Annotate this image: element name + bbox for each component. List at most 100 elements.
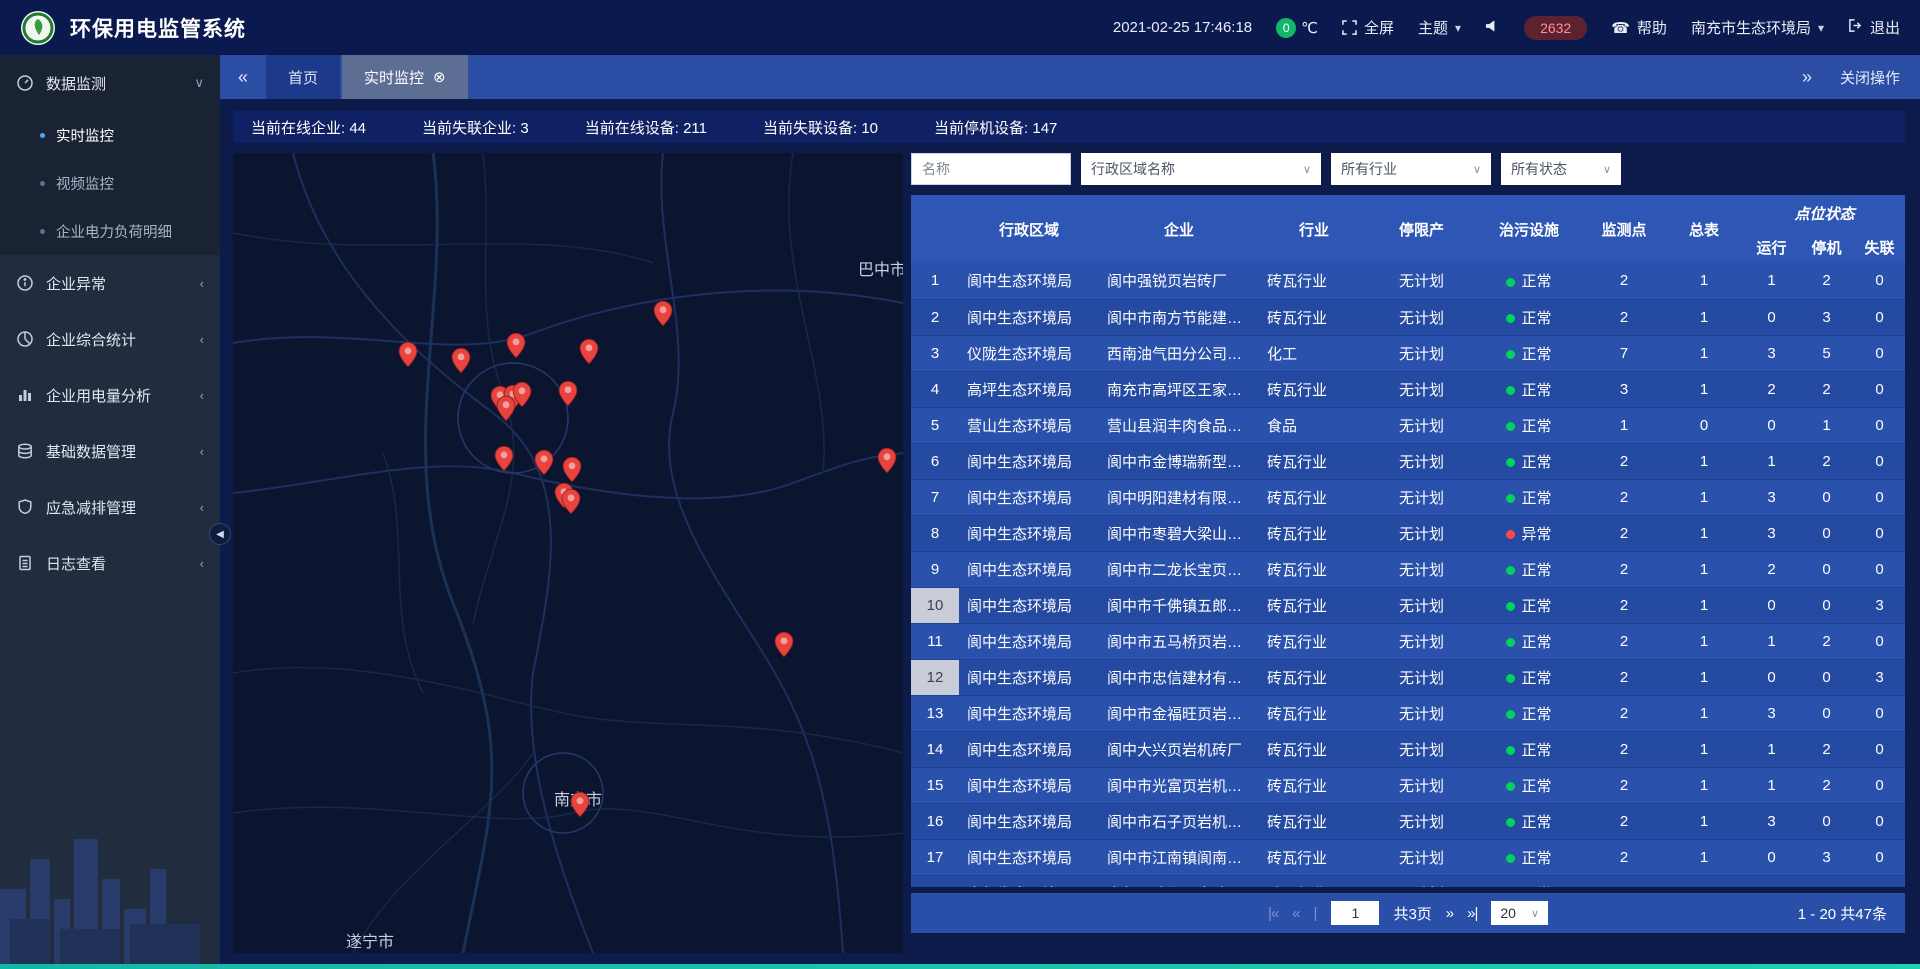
- sidebar-group-企业综合统计[interactable]: 企业综合统计‹: [0, 311, 220, 367]
- status-filter-select[interactable]: 所有状态 ∨: [1501, 153, 1621, 185]
- sidebar-collapse-button[interactable]: ◀: [209, 523, 231, 545]
- map-pin[interactable]: [494, 445, 514, 476]
- col-header-industry[interactable]: 行业: [1259, 195, 1369, 263]
- map-pin[interactable]: [561, 488, 581, 519]
- table-row[interactable]: 10阆中生态环境局阆中市千佛镇五郎垭页岩砖瓦行业无计划正常21003: [911, 587, 1905, 623]
- map[interactable]: 巴中市南充市遂宁市: [233, 153, 903, 953]
- table-row[interactable]: 6阆中生态环境局阆中市金博瑞新型墙材砖瓦行业无计划正常21120: [911, 443, 1905, 479]
- tabs-scroll-left-button[interactable]: «: [220, 55, 266, 99]
- cell-lost: 0: [1854, 875, 1905, 887]
- map-pin[interactable]: [877, 447, 897, 478]
- table-row[interactable]: 16阆中生态环境局阆中市石子页岩机砖厂砖瓦行业无计划正常21300: [911, 803, 1905, 839]
- theme-dropdown[interactable]: 主题 ▾: [1418, 17, 1461, 38]
- sidebar-item-企业电力负荷明细[interactable]: 企业电力负荷明细: [0, 207, 220, 255]
- map-pin[interactable]: [534, 449, 554, 480]
- sidebar-group-应急减排管理[interactable]: 应急减排管理‹: [0, 479, 220, 535]
- tab-realtime-monitor[interactable]: 实时监控 ⊗: [342, 55, 468, 99]
- cell-company[interactable]: 阆中市石子页岩机砖厂: [1099, 803, 1259, 839]
- map-pin[interactable]: [506, 332, 526, 363]
- close-icon[interactable]: ⊗: [433, 68, 446, 86]
- cell-company[interactable]: 阆中市光富页岩机砖厂: [1099, 767, 1259, 803]
- tabs-scroll-right-button[interactable]: »: [1784, 67, 1830, 88]
- region-filter-select[interactable]: 行政区域名称 ∨: [1081, 153, 1321, 185]
- table-row[interactable]: 4高坪生态环境局南充市高坪区王家店建砖瓦行业无计划正常31220: [911, 371, 1905, 407]
- chevron-down-icon: ∨: [1603, 163, 1611, 176]
- cell-company[interactable]: 西南油气田分公司川中: [1099, 335, 1259, 371]
- sidebar-group-label: 企业用电量分析: [46, 385, 188, 406]
- map-pin[interactable]: [579, 338, 599, 369]
- table-row[interactable]: 1阆中生态环境局阆中强锐页岩砖厂砖瓦行业无计划正常21120: [911, 263, 1905, 299]
- col-header-run[interactable]: 运行: [1744, 231, 1799, 263]
- table-row[interactable]: 12阆中生态环境局阆中市忠信建材有限公砖瓦行业无计划正常21003: [911, 659, 1905, 695]
- announcement-button[interactable]: [1485, 19, 1500, 37]
- last-page-button[interactable]: »|: [1467, 905, 1477, 922]
- notice-count-badge[interactable]: 2632: [1524, 16, 1587, 40]
- table-row[interactable]: 5营山生态环境局营山县润丰肉食品有限食品无计划正常10010: [911, 407, 1905, 443]
- cell-company[interactable]: 阆中市南方节能建材有: [1099, 299, 1259, 335]
- cell-company[interactable]: 阆中大兴页岩机砖厂: [1099, 731, 1259, 767]
- col-header-meters[interactable]: 总表: [1664, 195, 1744, 263]
- sidebar-group-企业用电量分析[interactable]: 企业用电量分析‹: [0, 367, 220, 423]
- sidebar-item-视频监控[interactable]: 视频监控: [0, 159, 220, 207]
- cell-company[interactable]: 阆中市五马桥页岩机砖: [1099, 623, 1259, 659]
- fullscreen-button[interactable]: 全屏: [1342, 17, 1394, 38]
- sidebar-item-实时监控[interactable]: 实时监控: [0, 111, 220, 159]
- sidebar-group-日志查看[interactable]: 日志查看‹: [0, 535, 220, 591]
- col-header-lost[interactable]: 失联: [1854, 231, 1905, 263]
- col-header-production[interactable]: 停限产: [1369, 195, 1474, 263]
- cell-company[interactable]: 阆中市忠信建材有限公: [1099, 659, 1259, 695]
- cell-company[interactable]: 南充市高坪区王家店建: [1099, 371, 1259, 407]
- cell-company[interactable]: 阆中市枣碧大梁山页岩: [1099, 515, 1259, 551]
- sidebar-group-企业异常[interactable]: 企业异常‹: [0, 255, 220, 311]
- map-pin[interactable]: [570, 791, 590, 822]
- help-button[interactable]: ☎ 帮助: [1611, 17, 1667, 38]
- map-pin[interactable]: [398, 341, 418, 372]
- page-size-select[interactable]: 20 ∨: [1491, 901, 1548, 925]
- logout-button[interactable]: 退出: [1848, 17, 1900, 38]
- org-dropdown[interactable]: 南充市生态环境局 ▾: [1691, 17, 1824, 38]
- col-header-region[interactable]: 行政区域: [959, 195, 1099, 263]
- temperature-unit: ℃: [1301, 19, 1318, 37]
- next-page-button[interactable]: »: [1446, 905, 1453, 922]
- cell-company[interactable]: 阆中明阳建材有限公司: [1099, 479, 1259, 515]
- map-pin[interactable]: [451, 347, 471, 378]
- map-pin[interactable]: [496, 395, 516, 426]
- first-page-button[interactable]: |«: [1268, 905, 1278, 922]
- page-number-input[interactable]: [1331, 901, 1379, 925]
- name-filter-input[interactable]: [911, 153, 1071, 185]
- map-pin[interactable]: [558, 380, 578, 411]
- table-row[interactable]: 8阆中生态环境局阆中市枣碧大梁山页岩砖瓦行业无计划异常21300: [911, 515, 1905, 551]
- tab-home[interactable]: 首页: [266, 55, 340, 99]
- table-row[interactable]: 18南部生态环境局南部县建兴页岩砖有限砖瓦行业无计划正常21030: [911, 875, 1905, 887]
- map-pin[interactable]: [653, 300, 673, 331]
- cell-company[interactable]: 阆中市江南镇阆南页岩: [1099, 839, 1259, 875]
- table-row[interactable]: 3仪陇生态环境局西南油气田分公司川中化工无计划正常71350: [911, 335, 1905, 371]
- table-row[interactable]: 7阆中生态环境局阆中明阳建材有限公司砖瓦行业无计划正常21300: [911, 479, 1905, 515]
- cell-company[interactable]: 南部县建兴页岩砖有限: [1099, 875, 1259, 887]
- col-header-points[interactable]: 监测点: [1584, 195, 1664, 263]
- col-header-facility[interactable]: 治污设施: [1474, 195, 1584, 263]
- table-row[interactable]: 2阆中生态环境局阆中市南方节能建材有砖瓦行业无计划正常21030: [911, 299, 1905, 335]
- col-header-company[interactable]: 企业: [1099, 195, 1259, 263]
- close-operations-button[interactable]: 关闭操作: [1840, 67, 1900, 88]
- stat-label: 当前失联设备:: [763, 120, 857, 137]
- cell-company[interactable]: 阆中市二龙长宝页岩砖: [1099, 551, 1259, 587]
- sidebar-group-基础数据管理[interactable]: 基础数据管理‹: [0, 423, 220, 479]
- col-header-stop[interactable]: 停机: [1799, 231, 1854, 263]
- industry-filter-select[interactable]: 所有行业 ∨: [1331, 153, 1491, 185]
- map-pin[interactable]: [774, 631, 794, 662]
- region-filter-value: 行政区域名称: [1091, 159, 1175, 179]
- table-row[interactable]: 11阆中生态环境局阆中市五马桥页岩机砖砖瓦行业无计划正常21120: [911, 623, 1905, 659]
- cell-company[interactable]: 阆中市金福旺页岩机砖: [1099, 695, 1259, 731]
- sidebar-group-数据监测[interactable]: 数据监测∨: [0, 55, 220, 111]
- cell-company[interactable]: 阆中市千佛镇五郎垭页岩: [1099, 587, 1259, 623]
- prev-page-button[interactable]: «: [1292, 905, 1299, 922]
- cell-company[interactable]: 营山县润丰肉食品有限: [1099, 407, 1259, 443]
- cell-company[interactable]: 阆中市金博瑞新型墙材: [1099, 443, 1259, 479]
- table-row[interactable]: 9阆中生态环境局阆中市二龙长宝页岩砖砖瓦行业无计划正常21200: [911, 551, 1905, 587]
- table-row[interactable]: 14阆中生态环境局阆中大兴页岩机砖厂砖瓦行业无计划正常21120: [911, 731, 1905, 767]
- table-row[interactable]: 15阆中生态环境局阆中市光富页岩机砖厂砖瓦行业无计划正常21120: [911, 767, 1905, 803]
- table-row[interactable]: 13阆中生态环境局阆中市金福旺页岩机砖砖瓦行业无计划正常21300: [911, 695, 1905, 731]
- table-row[interactable]: 17阆中生态环境局阆中市江南镇阆南页岩砖瓦行业无计划正常21030: [911, 839, 1905, 875]
- cell-company[interactable]: 阆中强锐页岩砖厂: [1099, 263, 1259, 299]
